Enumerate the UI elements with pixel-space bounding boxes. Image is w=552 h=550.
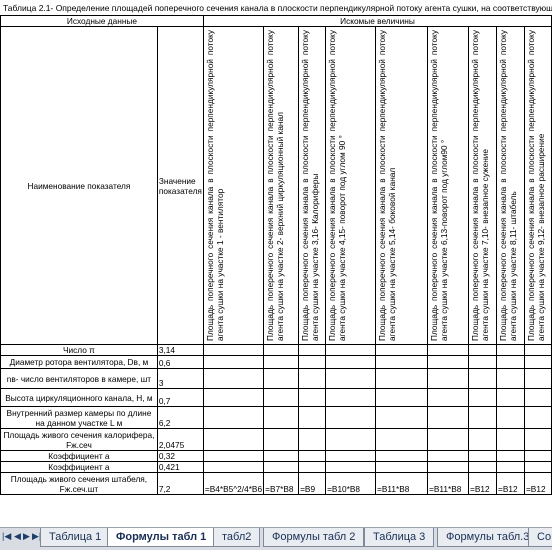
row-value[interactable]: 6,2 <box>156 406 204 429</box>
row-name[interactable]: Площадь живого сечения калорифера, Fж.се… <box>0 428 158 451</box>
row-value[interactable]: 0,421 <box>156 461 204 473</box>
col-header-4: Площадь поперечного сечения канала в пло… <box>325 26 377 345</box>
header-name: Наименование показателя <box>0 26 158 345</box>
col-header-7: Площадь поперечного сечения канала в пло… <box>467 26 497 345</box>
tab-formulas-2[interactable]: Формулы табл 2 <box>263 528 365 547</box>
formula-cell[interactable]: =B12 <box>523 472 552 495</box>
table-row: Площадь живого сечения штабеля, Fж.сеч.ш… <box>0 472 552 495</box>
formula-cell[interactable]: =B10*B8 <box>325 472 377 495</box>
col-header-6: Площадь поперечного сечения канала в пло… <box>427 26 469 345</box>
row-value[interactable]: 0,32 <box>156 450 204 462</box>
prev-sheet-icon[interactable]: ◀ <box>14 531 21 542</box>
row-name[interactable]: Внутренний размер камеры по длине на дан… <box>0 406 158 429</box>
row-name[interactable]: Коэффициент a <box>0 461 158 473</box>
table-row: Число π 3,14 <box>0 344 552 356</box>
tab-table-3[interactable]: Таблица 3 <box>364 528 435 547</box>
spreadsheet-area[interactable]: Таблица 2.1- Определение площадей попере… <box>0 0 552 527</box>
formula-cell[interactable]: =B11*B8 <box>375 472 428 495</box>
formula-cell[interactable]: =B4*B5^2/4*B6 <box>202 472 265 495</box>
formula-cell[interactable]: =B11*B8 <box>427 472 469 495</box>
col-header-5: Площадь поперечного сечения канала в пло… <box>375 26 428 345</box>
table-row: Высота циркуляционного канала, H, м 0,7 <box>0 388 552 407</box>
row-value[interactable]: 0,7 <box>156 388 204 407</box>
tab-formulas-1[interactable]: Формулы табл 1 <box>107 528 216 547</box>
row-name[interactable]: Площадь живого сечения штабеля, Fж.сеч.ш… <box>0 472 158 495</box>
tab-table-2[interactable]: табл2 <box>213 528 261 547</box>
row-name[interactable]: Диаметр ротора вентилятора, Dв, м <box>0 355 158 369</box>
row-value[interactable]: 0,6 <box>156 355 204 369</box>
row-name[interactable]: Число π <box>0 344 158 356</box>
col-header-8: Площадь поперечного сечения канала в пло… <box>495 26 525 345</box>
row-value[interactable]: 3 <box>156 368 204 389</box>
next-sheet-icon[interactable]: ▶ <box>23 531 30 542</box>
tab-more[interactable]: Со <box>528 528 552 547</box>
formula-cell[interactable]: =B12 <box>467 472 497 495</box>
row-name[interactable]: Коэффициент a <box>0 450 158 462</box>
table-row: Коэффициент a 0,421 <box>0 461 552 473</box>
col-header-3: Площадь поперечного сечения канала в пло… <box>298 26 327 345</box>
table-title: Таблица 2.1- Определение площадей попере… <box>3 3 552 13</box>
col-header-9: Площадь поперечного сечения канала в пло… <box>523 26 552 345</box>
col-header-1: Площадь поперечного сечения канала в пло… <box>202 26 265 345</box>
col-header-2: Площадь поперечного сечения канала в пло… <box>263 26 300 345</box>
row-value[interactable]: 2,0475 <box>156 428 204 451</box>
row-name[interactable]: nв- число вентиляторов в камере, шт <box>0 368 158 389</box>
table-row: Площадь живого сечения калорифера, Fж.се… <box>0 428 552 451</box>
formula-cell[interactable]: =B9 <box>298 472 327 495</box>
formula-cell[interactable]: =B7*B8 <box>263 472 300 495</box>
formula-cell[interactable]: =B12 <box>495 472 525 495</box>
data-table: Исходные данные Искомые величины Наимено… <box>0 15 552 495</box>
header-value: Значение показателя <box>156 26 204 345</box>
sheet-tab-bar: |◀ ◀ ▶ ▶| Таблица 1 Формулы табл 1 табл2… <box>0 527 552 550</box>
header-sought: Искомые величины <box>202 15 552 27</box>
row-value[interactable]: 7,2 <box>156 472 204 495</box>
tab-table-1[interactable]: Таблица 1 <box>40 528 111 547</box>
table-row: Внутренний размер камеры по длине на дан… <box>0 406 552 429</box>
table-row: Коэффициент a 0,32 <box>0 450 552 462</box>
first-sheet-icon[interactable]: |◀ <box>2 531 11 542</box>
row-name[interactable]: Высота циркуляционного канала, H, м <box>0 388 158 407</box>
header-source: Исходные данные <box>0 15 204 27</box>
table-row: nв- число вентиляторов в камере, шт 3 <box>0 368 552 389</box>
tab-formulas-3[interactable]: Формулы табл.3 <box>437 528 539 547</box>
table-row: Диаметр ротора вентилятора, Dв, м 0,6 <box>0 355 552 369</box>
row-value[interactable]: 3,14 <box>156 344 204 356</box>
